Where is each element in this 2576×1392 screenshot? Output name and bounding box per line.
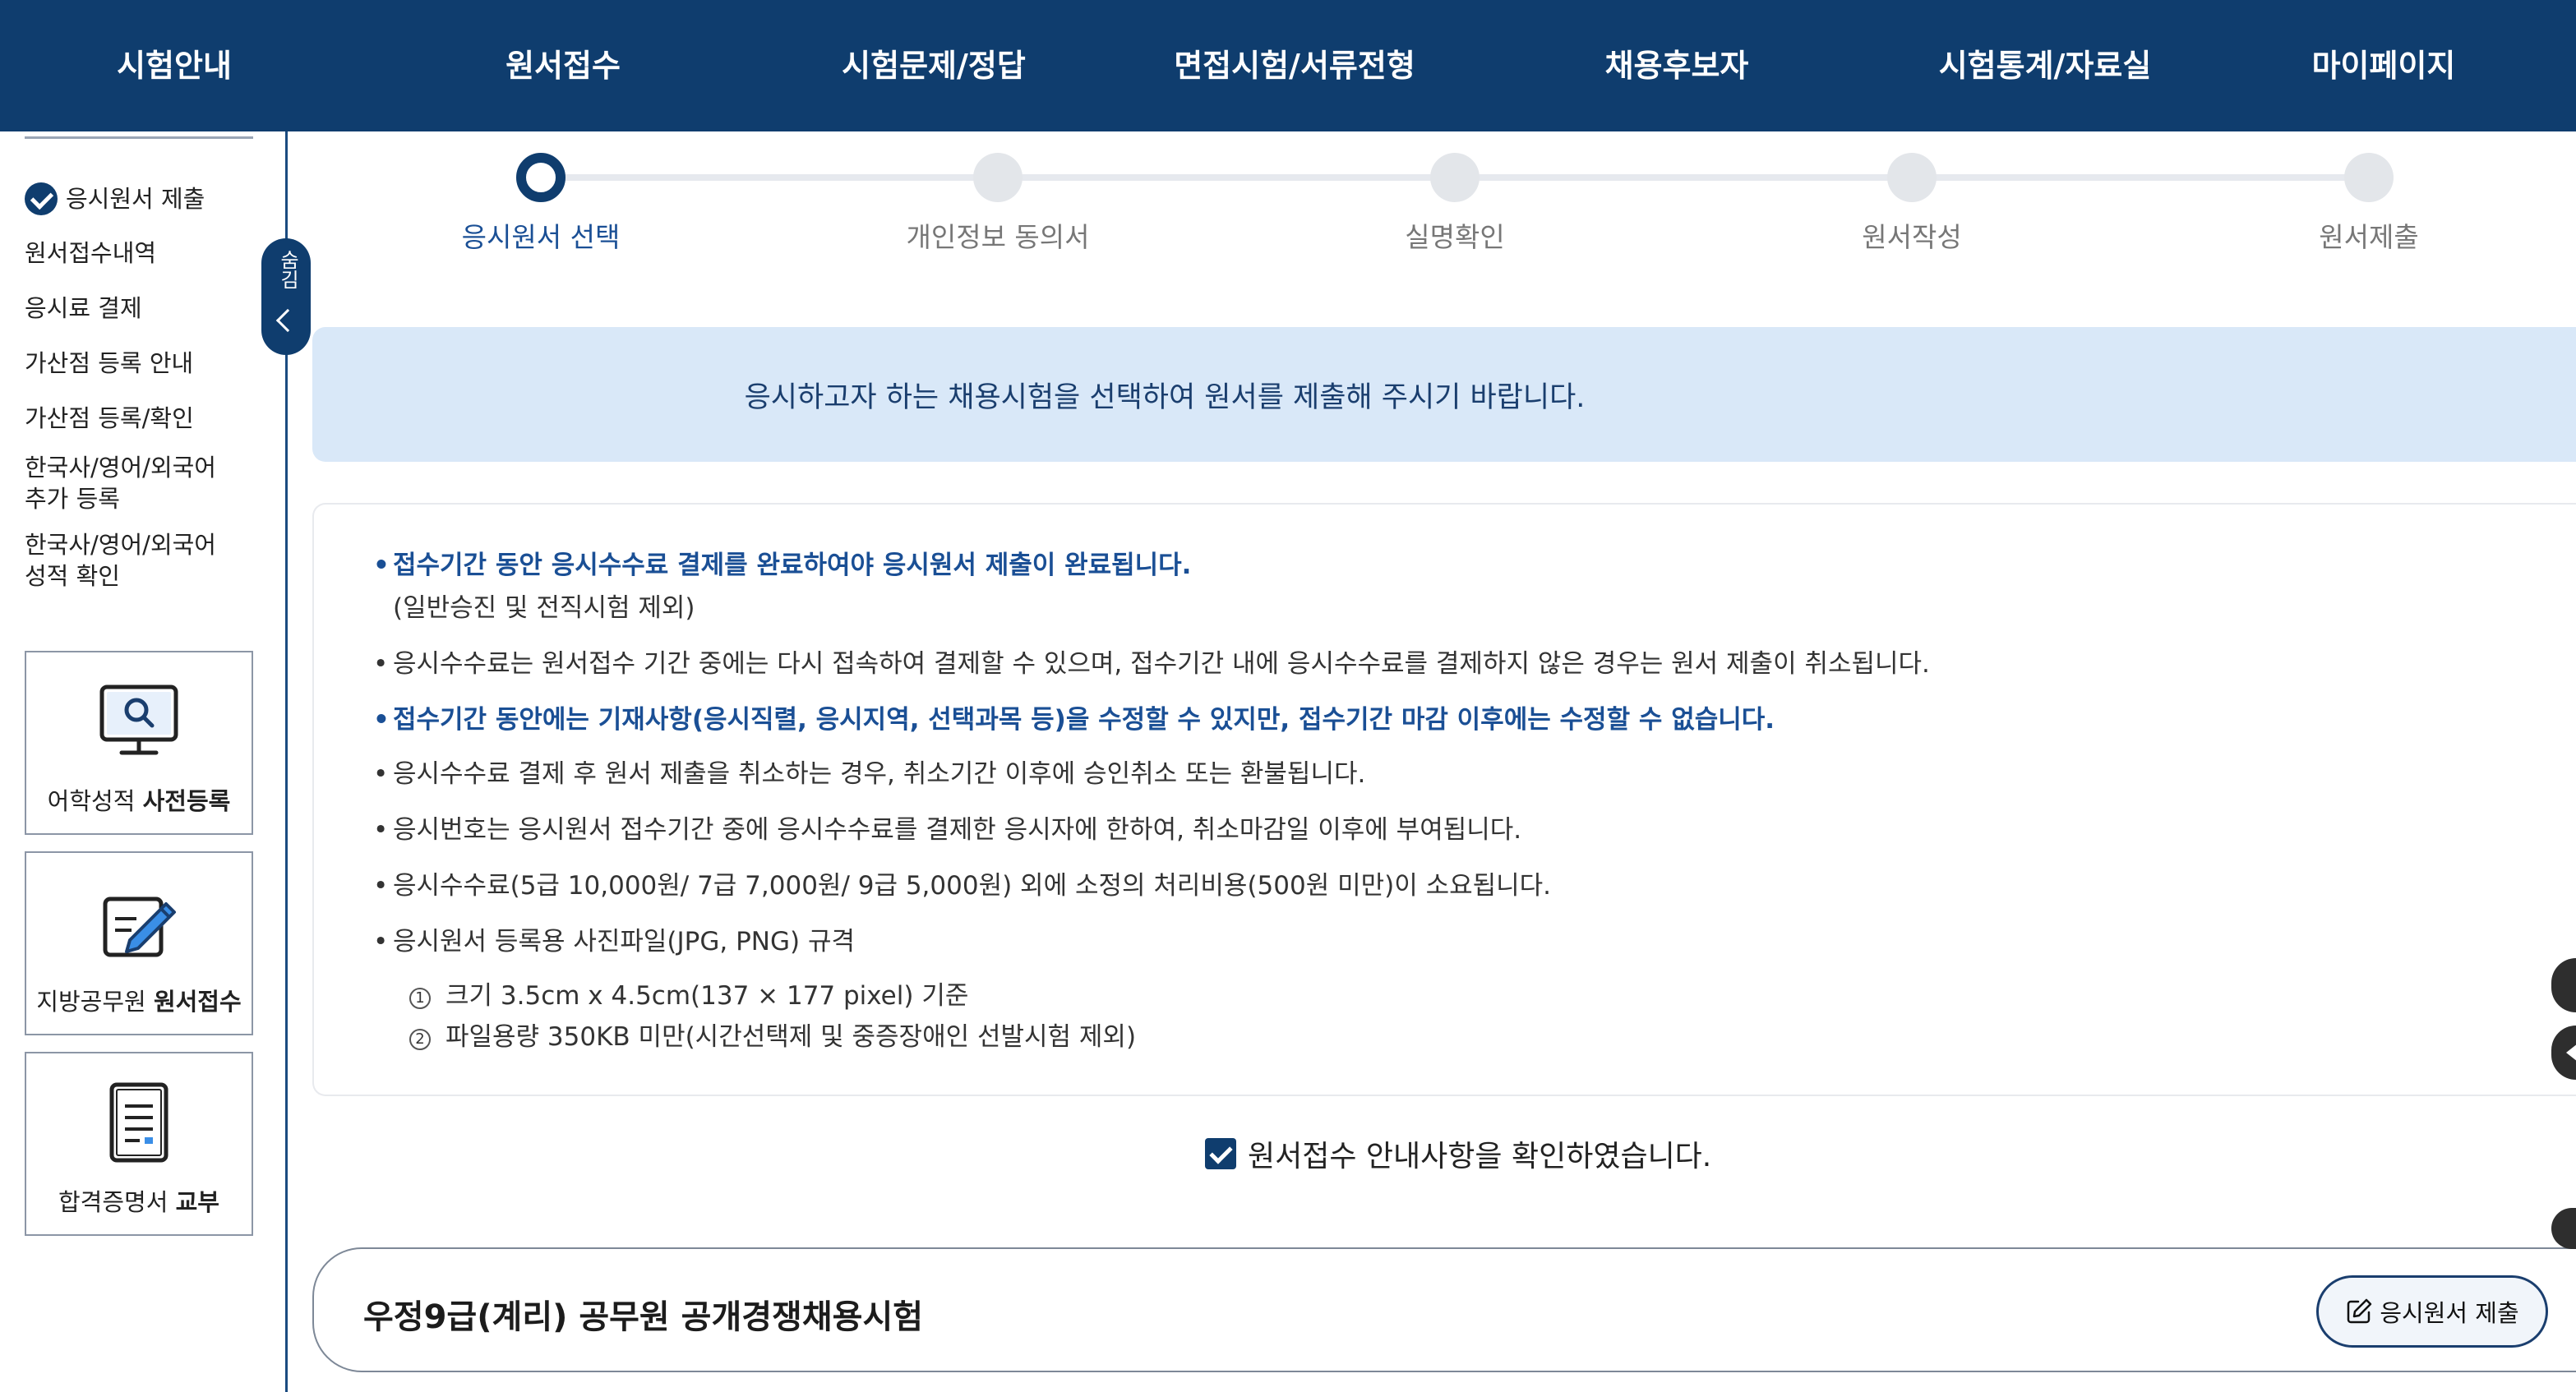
sidebar-item-label: 추가 등록 xyxy=(25,485,120,513)
edit-icon xyxy=(2347,1298,2372,1324)
card-local-official-application[interactable]: 지방공무원 원서접수 xyxy=(25,851,253,1035)
sidebar-item-bonus-guide[interactable]: 가산점 등록 안내 xyxy=(25,348,193,379)
sidebar-divider xyxy=(25,136,253,139)
chevron-left-icon xyxy=(275,308,300,333)
card-label: 어학성적 사전등록 xyxy=(47,787,231,815)
nav-item-application[interactable]: 원서접수 xyxy=(506,0,621,131)
top-navigation: 시험안내 원서접수 시험문제/정답 면접시험/서류전형 채용후보자 시험통계/자… xyxy=(0,0,2576,131)
sidebar: 응시원서 제출 원서접수내역 응시료 결제 가산점 등록 안내 가산점 등록/확… xyxy=(0,131,288,1392)
notice-sub-item: 2 파일용량 350KB 미만(시간선택제 및 중증장애인 선발시험 제외) xyxy=(409,1021,1136,1053)
notice-item: • 응시수수료(5급 10,000원/ 7급 7,000원/ 9급 5,000원)… xyxy=(373,871,1552,901)
submit-application-button[interactable]: 응시원서 제출 xyxy=(2316,1275,2548,1348)
sidebar-item-label: 응시원서 제출 xyxy=(66,185,205,213)
banner-text: 응시하고자 하는 채용시험을 선택하여 원서를 제출해 주시기 바랍니다. xyxy=(744,380,1586,414)
sidebar-item-score-check[interactable]: 한국사/영어/외국어 성적 확인 xyxy=(25,529,216,592)
agreement-label: 원서접수 안내사항을 확인하였습니다. xyxy=(1248,1140,1712,1173)
notice-item-note: (일반승진 및 전직시험 제외) xyxy=(393,593,695,623)
monitor-search-icon xyxy=(99,684,178,755)
info-banner: 응시하고자 하는 채용시험을 선택하여 원서를 제출해 주시기 바랍니다. xyxy=(312,327,2576,462)
card-label: 지방공무원 원서접수 xyxy=(36,988,242,1016)
exam-row: 우정9급(계리) 공무원 공개경쟁채용시험 응시원서 제출 xyxy=(312,1247,2576,1372)
checkbox-checked-icon xyxy=(1205,1138,1236,1169)
step-label-privacy-consent: 개인정보 동의서 xyxy=(906,221,1090,253)
notice-item: • 응시원서 등록용 사진파일(JPG, PNG) 규격 xyxy=(373,927,855,956)
exam-title: 우정9급(계리) 공무원 공개경쟁채용시험 xyxy=(363,1298,924,1336)
notice-item: • 응시수수료 결제 후 원서 제출을 취소하는 경우, 취소기간 이후에 승인취… xyxy=(373,759,1366,789)
edit-form-icon xyxy=(103,897,176,957)
floating-button-extra[interactable] xyxy=(2551,1208,2576,1249)
step-label-submit-application: 원서제출 xyxy=(2319,221,2419,253)
notice-sub-item: 1 크기 3.5cm x 4.5cm(137 × 177 pixel) 기준 xyxy=(409,979,968,1012)
collapse-label: 숨김 xyxy=(276,250,299,289)
submit-button-label: 응시원서 제출 xyxy=(2380,1299,2519,1327)
nav-item-statistics[interactable]: 시험통계/자료실 xyxy=(1939,0,2152,131)
step-dot-5 xyxy=(2344,153,2394,202)
card-language-score-preregister[interactable]: 어학성적 사전등록 xyxy=(25,651,253,835)
arrow-left-icon xyxy=(2566,1044,2576,1062)
step-dot-2 xyxy=(973,153,1023,202)
step-label-write-application: 원서작성 xyxy=(1862,221,1962,253)
notice-item: • 접수기간 동안에는 기재사항(응시직렬, 응시지역, 선택과목 등)을 수정할… xyxy=(373,705,1775,735)
card-label: 합격증명서 교부 xyxy=(58,1188,219,1216)
step-dot-3 xyxy=(1430,153,1480,202)
nav-item-interview[interactable]: 면접시험/서류전형 xyxy=(1174,0,1415,131)
notice-item: • 응시번호는 응시원서 접수기간 중에 응시수수료를 결제한 응시자에 한하여,… xyxy=(373,815,1522,845)
sidebar-item-submit-application[interactable]: 응시원서 제출 xyxy=(25,182,205,215)
step-dot-1 xyxy=(516,153,566,202)
step-label-identity-check: 실명확인 xyxy=(1405,221,1505,253)
step-dot-4 xyxy=(1887,153,1937,202)
sidebar-item-bonus-register[interactable]: 가산점 등록/확인 xyxy=(25,403,194,434)
progress-stepper: 응시원서 선택 개인정보 동의서 실명확인 원서작성 원서제출 xyxy=(312,131,2576,279)
nav-item-questions-answers[interactable]: 시험문제/정답 xyxy=(842,0,1026,131)
nav-item-candidates[interactable]: 채용후보자 xyxy=(1605,0,1749,131)
sidebar-item-label: 한국사/영어/외국어 xyxy=(25,531,216,559)
notice-box: • 접수기간 동안 응시수수료 결제를 완료하여야 응시원서 제출이 완료됩니다.… xyxy=(312,503,2576,1096)
notice-item: • 응시수수료는 원서접수 기간 중에는 다시 접속하여 결제할 수 있으며, 접… xyxy=(373,649,1930,679)
certificate-document-icon xyxy=(109,1082,169,1163)
notice-item: • 접수기간 동안 응시수수료 결제를 완료하여야 응시원서 제출이 완료됩니다. xyxy=(373,551,1192,580)
sidebar-item-fee-payment[interactable]: 응시료 결제 xyxy=(25,293,142,324)
card-pass-certificate[interactable]: 합격증명서 교부 xyxy=(25,1052,253,1236)
sidebar-collapse-toggle[interactable]: 숨김 xyxy=(261,238,311,355)
nav-item-exam-info[interactable]: 시험안내 xyxy=(117,0,232,131)
step-label-select-application: 응시원서 선택 xyxy=(461,221,621,253)
sidebar-item-label: 성적 확인 xyxy=(25,562,120,590)
sidebar-item-application-history[interactable]: 원서접수내역 xyxy=(25,237,156,269)
agreement-checkbox[interactable]: 원서접수 안내사항을 확인하였습니다. xyxy=(1205,1132,1711,1175)
nav-item-mypage[interactable]: 마이페이지 xyxy=(2312,0,2456,131)
check-circle-icon xyxy=(25,182,58,215)
sidebar-item-label: 한국사/영어/외국어 xyxy=(25,454,216,482)
sidebar-item-score-add[interactable]: 한국사/영어/외국어 추가 등록 xyxy=(25,452,216,514)
